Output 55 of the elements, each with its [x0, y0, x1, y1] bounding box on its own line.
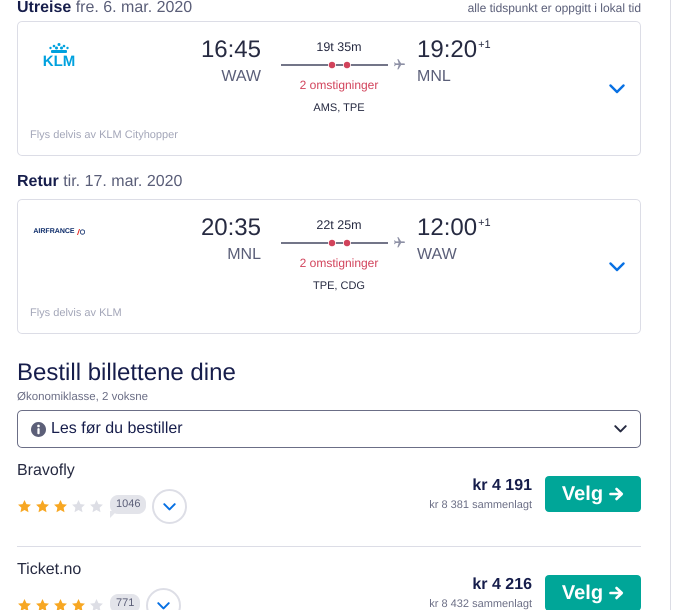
stopover-airports: AMS, TPE — [313, 101, 365, 115]
day-offset: +1 — [478, 216, 491, 230]
star-icon — [53, 499, 68, 514]
star-icon — [35, 598, 50, 610]
price: kr 4 216 — [472, 575, 532, 595]
arrow-right-icon — [609, 487, 624, 501]
booking-title: Bestill billettene dine — [17, 359, 237, 387]
review-count: 1046 — [110, 495, 146, 518]
flight-duration: 22t 25m — [316, 217, 362, 233]
departure-time: 20:35 — [200, 214, 261, 242]
star-icon — [35, 499, 50, 514]
provider-name: Ticket.no — [17, 560, 82, 580]
arrival-time: 19:20 — [417, 36, 478, 64]
star-icon — [17, 499, 32, 514]
star-icon — [89, 598, 104, 610]
flight-duration: 19t 35m — [316, 39, 362, 55]
crown-icon — [49, 43, 69, 53]
provider-name: Bravofly — [17, 461, 75, 481]
info-icon — [31, 422, 46, 436]
booking-subtitle: Økonomiklasse, 2 voksne — [17, 390, 150, 404]
arrow-right-icon — [609, 586, 624, 600]
route-line-icon — [281, 58, 388, 70]
day-offset: +1 — [478, 38, 491, 52]
route-line-icon — [281, 236, 388, 248]
star-icon — [89, 499, 104, 514]
stopover-count: 2 omstigninger — [300, 77, 378, 93]
section-heading: Retur tir. 17. mar. 2020 — [17, 172, 184, 192]
stopover-count: 2 omstigninger — [300, 255, 378, 271]
plane-icon — [393, 236, 406, 249]
star-icon — [17, 598, 32, 610]
arrival-airport: WAW — [417, 245, 457, 265]
departure-time: 16:45 — [200, 36, 261, 64]
chevron-down-icon[interactable] — [614, 425, 627, 433]
arrival-time: 12:00 — [417, 214, 478, 242]
stopover-airports: TPE, CDG — [313, 279, 365, 293]
arrival-airport: MNL — [417, 67, 451, 87]
departure-airport: WAW — [221, 67, 261, 87]
operator-note: Flys delvis av KLM Cityhopper — [30, 128, 178, 142]
select-button[interactable]: Velg — [545, 575, 641, 610]
airline-name: KLM — [42, 54, 76, 69]
departure-airport: MNL — [227, 245, 261, 265]
airline-emblem-icon — [76, 229, 85, 235]
plane-icon — [393, 58, 406, 71]
star-icon — [53, 598, 68, 610]
section-heading: Utreise fre. 6. mar. 2020 — [17, 0, 192, 16]
star-icon — [71, 499, 86, 514]
timezone-note: alle tidspunkt er oppgitt i lokal tid — [468, 1, 641, 15]
expand-button[interactable] — [152, 489, 188, 524]
price: kr 4 191 — [472, 476, 532, 496]
total-price: kr 8 381 sammenlagt — [429, 499, 532, 512]
select-button[interactable]: Velg — [545, 476, 641, 512]
star-icon — [71, 598, 86, 610]
notice-dropdown[interactable]: Les før du bestiller — [17, 410, 641, 448]
operator-note: Flys delvis av KLM — [30, 306, 122, 320]
total-price: kr 8 432 sammenlagt — [429, 598, 532, 610]
